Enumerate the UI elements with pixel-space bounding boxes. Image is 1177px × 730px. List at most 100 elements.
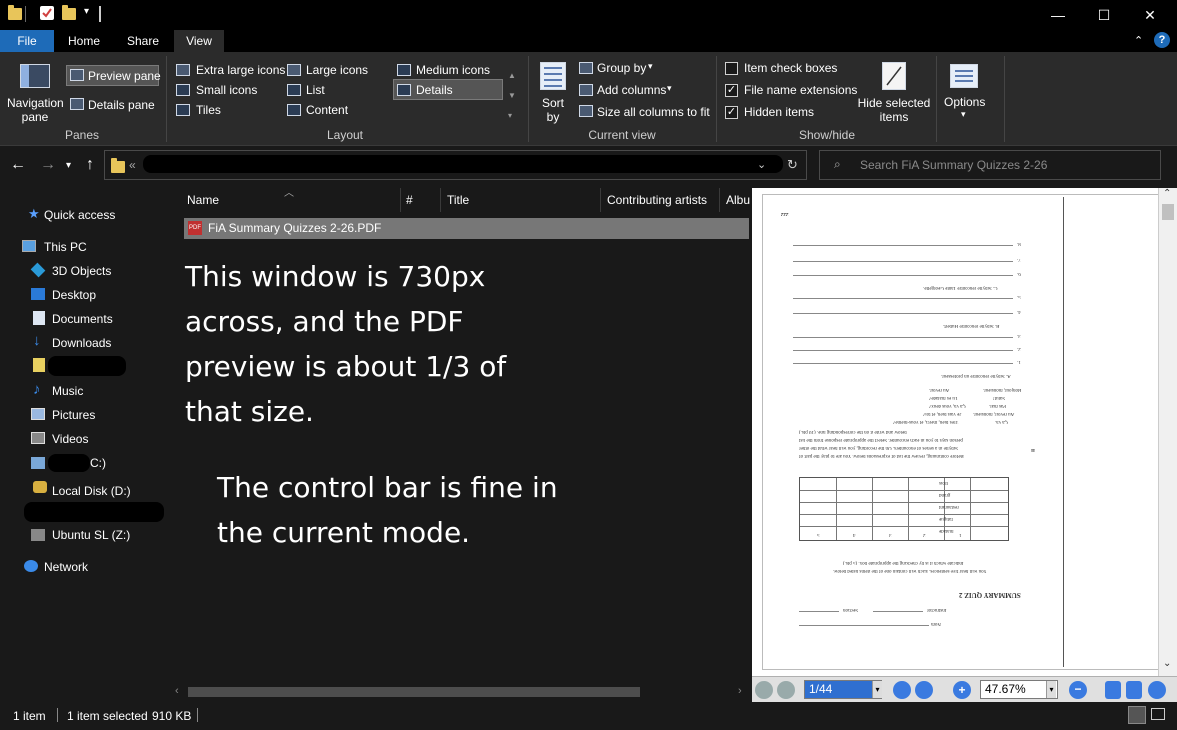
nav-pictures[interactable]: Pictures	[52, 408, 95, 422]
scroll-down-icon[interactable]: ⌄	[1163, 658, 1171, 669]
nav-documents[interactable]: Documents	[52, 312, 113, 326]
extra-large-icons-option[interactable]: Extra large icons	[196, 63, 285, 77]
search-input[interactable]: ⌕ Search FiA Summary Quizzes 2-26	[819, 150, 1161, 180]
previous-page-icon[interactable]	[777, 681, 795, 699]
group-separator	[716, 56, 717, 142]
zoom-out-icon[interactable]: −	[1069, 681, 1087, 699]
nav-network[interactable]: Network	[44, 560, 88, 574]
details-pane-button[interactable]: Details pane	[88, 98, 155, 112]
navigation-pane-button[interactable]: Navigation pane	[7, 96, 64, 124]
zoom-in-icon[interactable]: +	[953, 681, 971, 699]
list-option[interactable]: List	[306, 83, 325, 97]
chevron-down-icon[interactable]: ▾	[872, 681, 882, 698]
sort-by-button[interactable]: Sort by	[539, 96, 567, 124]
nav-music[interactable]: Music	[52, 384, 83, 398]
fit-page-icon[interactable]	[1105, 681, 1121, 699]
address-bar[interactable]: « ⌄ ↻	[104, 150, 807, 180]
details-option[interactable]: Details	[416, 83, 453, 97]
first-page-icon[interactable]	[755, 681, 773, 699]
nav-downloads[interactable]: Downloads	[52, 336, 111, 350]
section-c-heading: C. Sibylle rencontre Tante Georgette.	[923, 285, 998, 290]
page-number: 222	[781, 211, 789, 216]
scrollbar-thumb[interactable]	[188, 687, 640, 697]
tab-view[interactable]: View	[174, 30, 224, 52]
horizontal-scrollbar[interactable]: ‹ ›	[170, 684, 750, 700]
nav-this-pc[interactable]: This PC	[44, 240, 87, 254]
column-header-number[interactable]: #	[406, 193, 413, 207]
section-a-heading: A. Sibylle rencontre un professeur.	[941, 373, 1011, 378]
tiles-option[interactable]: Tiles	[196, 103, 221, 117]
column-separator[interactable]	[600, 188, 601, 212]
nav-quick-access[interactable]: Quick access	[44, 208, 115, 222]
hidden-items-checkbox[interactable]: ✓	[725, 106, 738, 119]
add-columns-button[interactable]: Add columns	[597, 83, 666, 97]
chevron-down-icon[interactable]: ▾	[1046, 681, 1056, 698]
page-number-field[interactable]: 1/44	[804, 680, 882, 699]
large-icons-option[interactable]: Large icons	[306, 63, 368, 77]
small-icons-option[interactable]: Small icons	[196, 83, 257, 97]
large-icons-view-icon[interactable]	[1151, 708, 1165, 720]
next-page-icon[interactable]	[893, 681, 911, 699]
vertical-scrollbar[interactable]: ⌃ ⌄	[1158, 188, 1177, 676]
last-page-icon[interactable]	[915, 681, 933, 699]
details-icon	[397, 84, 411, 96]
help-button[interactable]: ?	[1154, 32, 1170, 48]
details-view-icon[interactable]	[1128, 706, 1146, 724]
size-all-columns-button[interactable]: Size all columns to fit	[597, 105, 710, 119]
nav-drive-c[interactable]: C:)	[90, 456, 106, 470]
recent-locations-icon[interactable]: ▾	[66, 160, 71, 171]
instruction-line: below and write it on the corresponding …	[799, 429, 907, 434]
column-header-name[interactable]: Name	[187, 193, 219, 207]
scrollbar-thumb[interactable]	[1162, 204, 1174, 220]
page-fold-line	[1063, 197, 1064, 667]
forward-arrow-icon[interactable]: →	[40, 156, 56, 174]
column-header-title[interactable]: Title	[447, 193, 469, 207]
chevron-down-icon[interactable]: ⌄	[757, 158, 766, 171]
tab-share[interactable]: Share	[118, 30, 168, 52]
group-by-button[interactable]: Group by	[597, 61, 646, 75]
customize-quick-access-icon[interactable]: ▾	[84, 6, 93, 20]
nav-videos[interactable]: Videos	[52, 432, 88, 446]
layout-scroll-icon[interactable]: ▲ ▼ ▾	[508, 66, 516, 126]
file-name: FiA Summary Quizzes 2-26.PDF	[208, 221, 382, 235]
minimize-button[interactable]: —	[1035, 0, 1081, 30]
refresh-icon[interactable]: ↻	[787, 157, 798, 173]
scroll-right-icon[interactable]: ›	[738, 685, 742, 697]
item-check-boxes-checkbox[interactable]	[725, 62, 738, 75]
table-row[interactable]: PDF FiA Summary Quizzes 2-26.PDF	[184, 218, 749, 239]
column-header-album[interactable]: Albu	[726, 193, 750, 207]
file-name-extensions-checkbox[interactable]: ✓	[725, 84, 738, 97]
minimize-ribbon-icon[interactable]: ⌃	[1134, 34, 1143, 47]
column-separator[interactable]	[440, 188, 441, 212]
back-arrow-icon[interactable]: ←	[10, 156, 26, 174]
content-option[interactable]: Content	[306, 103, 348, 117]
scroll-up-icon[interactable]: ⌃	[1163, 188, 1171, 199]
hide-selected-items-button[interactable]: Hide selected items	[856, 96, 932, 124]
column-separator[interactable]	[400, 188, 401, 212]
separator	[99, 6, 101, 22]
close-button[interactable]: ✕	[1127, 0, 1173, 30]
preview-pane-label[interactable]: Preview pane	[88, 69, 161, 83]
lock-drive-icon	[33, 481, 47, 493]
fit-width-icon[interactable]	[1126, 681, 1142, 699]
scroll-left-icon[interactable]: ‹	[175, 685, 179, 697]
options-button[interactable]: Options	[944, 95, 985, 109]
tab-home[interactable]: Home	[60, 30, 108, 52]
file-list: ︿ Name # Title Contributing artists Albu…	[170, 186, 750, 702]
column-separator[interactable]	[719, 188, 720, 212]
nav-desktop[interactable]: Desktop	[52, 288, 96, 302]
maximize-button[interactable]: ☐	[1081, 0, 1127, 30]
tab-file[interactable]: File	[0, 30, 54, 52]
rotate-icon[interactable]	[1148, 681, 1166, 699]
nav-local-disk-d[interactable]: Local Disk (D:)	[52, 484, 131, 498]
nav-ubuntu-drive[interactable]: Ubuntu SL (Z:)	[52, 528, 130, 542]
status-size: 910 KB	[152, 709, 192, 723]
address-overflow-icon[interactable]: «	[129, 158, 136, 172]
column-header-contributing-artists[interactable]: Contributing artists	[607, 193, 707, 207]
expression: Au revoir, monsieur.	[973, 411, 1015, 416]
nav-3d-objects[interactable]: 3D Objects	[52, 264, 111, 278]
medium-icons-option[interactable]: Medium icons	[416, 63, 490, 77]
up-arrow-icon[interactable]: ↑	[86, 156, 94, 174]
properties-icon[interactable]	[40, 6, 54, 20]
table-row-label: fatigué	[939, 516, 953, 521]
